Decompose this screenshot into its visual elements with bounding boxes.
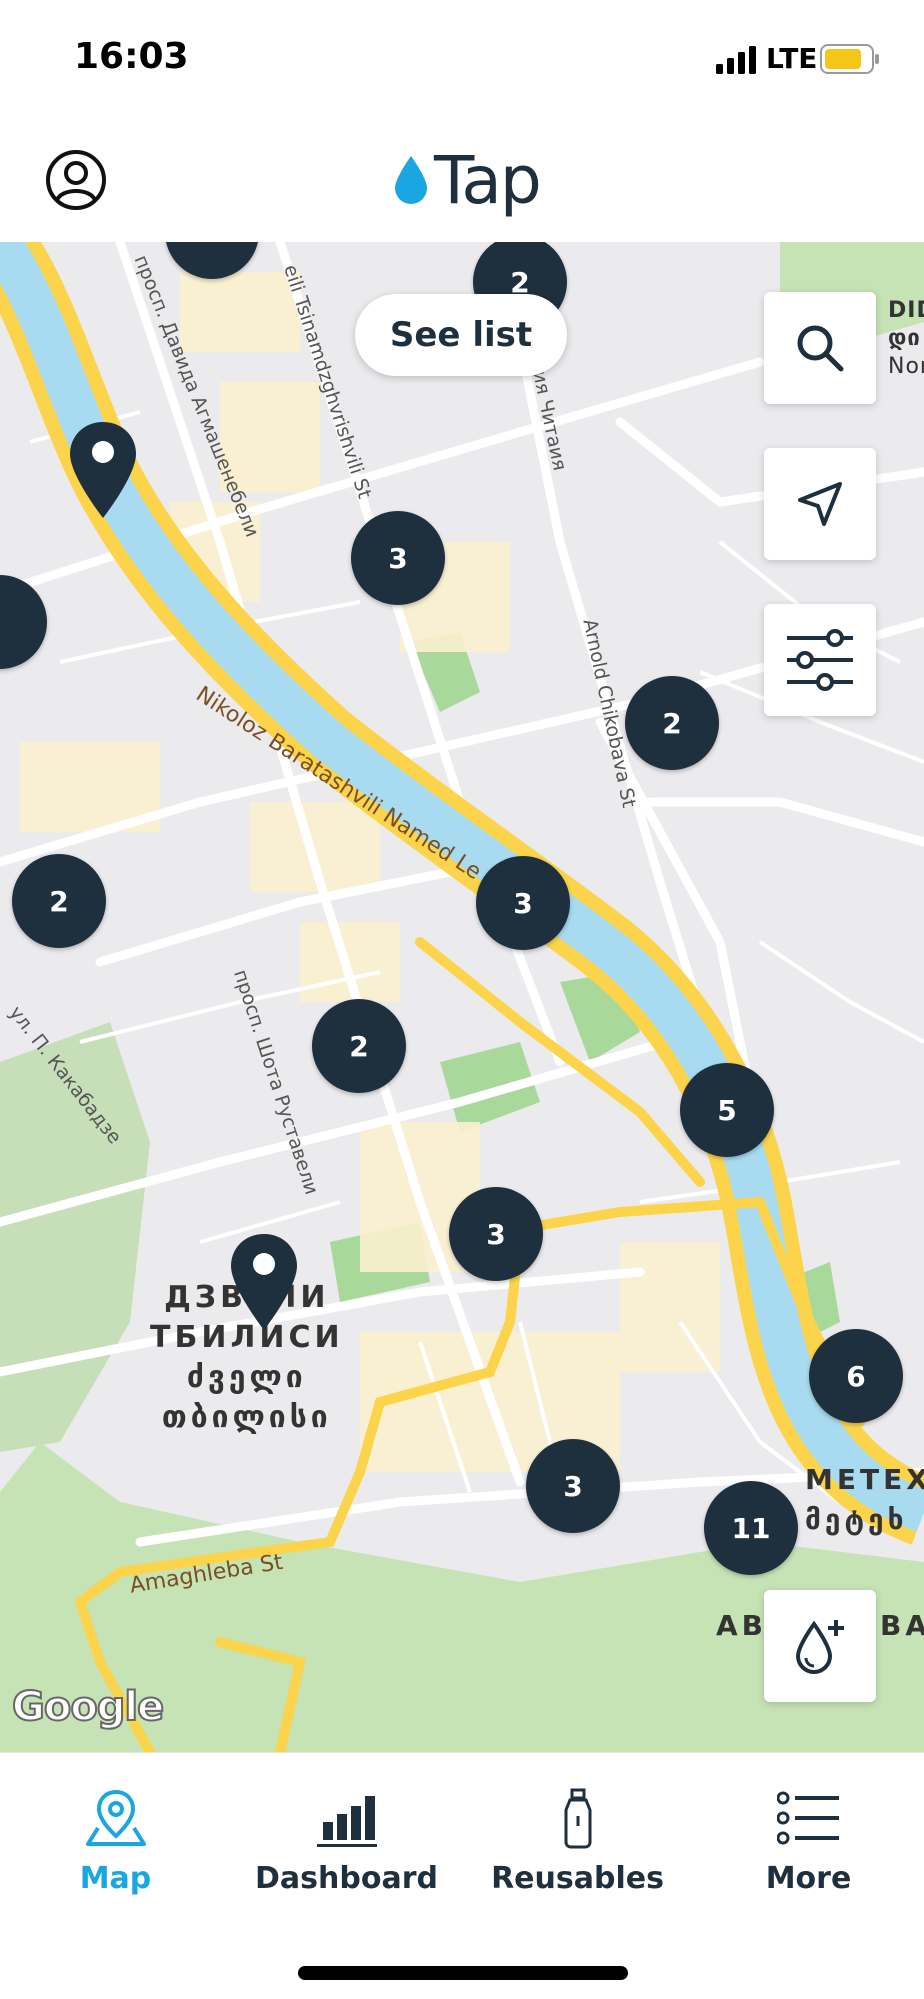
cluster-marker[interactable]: 3	[476, 856, 570, 950]
status-time: 16:03	[74, 36, 189, 77]
add-refill-icon	[795, 1620, 844, 1674]
cluster-marker[interactable]: 3	[526, 1439, 620, 1533]
cluster-marker[interactable]: 2	[12, 854, 106, 948]
district-line: დი	[888, 326, 921, 351]
my-location-button[interactable]	[764, 448, 876, 560]
district-line: ძველი	[186, 1360, 307, 1395]
location-pin-icon[interactable]	[68, 420, 138, 520]
cluster-marker[interactable]: 3	[449, 1187, 543, 1281]
network-type: LTE	[766, 42, 818, 75]
search-icon	[797, 325, 844, 372]
map-pin-icon	[81, 1783, 151, 1853]
district-label: DID დი Nor	[888, 297, 924, 381]
cluster-marker[interactable]: 5	[680, 1063, 774, 1157]
map-view[interactable]: просп. Давида Агмашенебели eili Tsinamdz…	[0, 242, 924, 1752]
cluster-marker[interactable]: 2	[625, 676, 719, 770]
filter-button[interactable]	[764, 604, 876, 716]
battery-icon	[820, 44, 879, 74]
signal-icon	[716, 46, 756, 74]
bottom-navigation: Map Dashboard Reusables More	[0, 1752, 924, 1913]
cluster-marker[interactable]: 6	[809, 1329, 903, 1423]
logo-text: Tap	[434, 141, 542, 219]
navigation-arrow-icon	[798, 482, 842, 526]
nav-more[interactable]: More	[693, 1753, 924, 1903]
cluster-marker[interactable]: 2	[312, 999, 406, 1093]
district-line: მეტეხ	[805, 1503, 908, 1536]
home-indicator[interactable]	[298, 1966, 628, 1980]
district-label: МЕТЕХ მეტეხ	[805, 1460, 924, 1540]
nav-label: More	[765, 1861, 852, 1896]
district-line: МЕТЕХ	[805, 1463, 924, 1496]
map-search-button[interactable]	[764, 292, 876, 404]
google-attribution: Google	[11, 1683, 165, 1731]
app-logo: Tap	[392, 141, 542, 219]
nav-label: Map	[79, 1861, 152, 1896]
location-pin-icon[interactable]	[229, 1232, 299, 1332]
nav-label: Reusables	[491, 1861, 664, 1896]
nav-dashboard[interactable]: Dashboard	[231, 1753, 462, 1903]
app-header: Tap	[0, 120, 924, 243]
district-line: Nor	[888, 354, 924, 379]
status-bar: 16:03 LTE	[0, 0, 924, 120]
see-list-button[interactable]: See list	[355, 294, 567, 376]
nav-reusables[interactable]: Reusables	[462, 1753, 693, 1903]
list-icon	[774, 1783, 844, 1853]
add-refill-button[interactable]	[764, 1590, 876, 1702]
district-label: BA	[880, 1609, 924, 1642]
filter-sliders-icon	[787, 629, 853, 691]
district-label: AB	[716, 1609, 768, 1642]
cluster-marker[interactable]: 11	[704, 1481, 798, 1575]
user-circle-icon[interactable]	[44, 148, 108, 212]
district-line: DID	[888, 298, 924, 323]
nav-map[interactable]: Map	[0, 1753, 231, 1903]
district-line: თბილისი	[161, 1400, 332, 1435]
water-drop-icon	[395, 156, 427, 204]
cluster-marker[interactable]: 3	[351, 511, 445, 605]
bar-chart-icon	[312, 1783, 382, 1853]
bottle-icon	[543, 1783, 613, 1853]
nav-label: Dashboard	[255, 1861, 438, 1896]
